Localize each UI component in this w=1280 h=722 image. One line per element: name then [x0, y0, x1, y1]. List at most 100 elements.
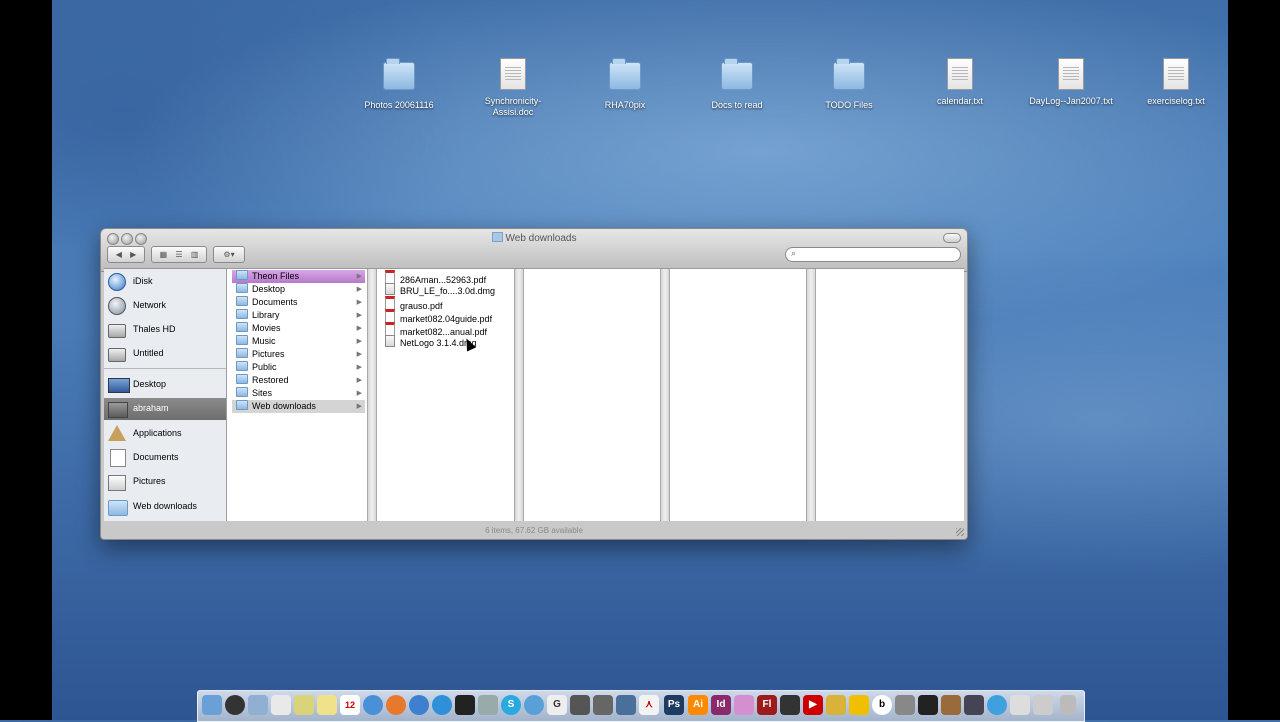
letterbox-right	[1228, 0, 1280, 720]
back-forward-buttons[interactable]: ◀ ▶	[107, 246, 145, 263]
column-row-pictures[interactable]: Pictures ▶	[232, 348, 365, 361]
sidebar-item-abraham[interactable]: abraham	[104, 398, 226, 420]
dock-acrobat-icon[interactable]: ⋏	[639, 695, 659, 715]
column-row-library[interactable]: Library ▶	[232, 309, 365, 322]
action-menu-button[interactable]: ⚙▾	[213, 246, 245, 263]
view-mode-buttons[interactable]: ▦ ☰ ▥	[151, 246, 207, 263]
dock-utility2-icon[interactable]	[1010, 695, 1030, 715]
dock-terminal-icon[interactable]	[455, 695, 475, 715]
folder-icon	[236, 322, 248, 332]
desktop-icon-daylog[interactable]: DayLog--Jan2007.txt	[1023, 56, 1119, 107]
desktop-icon-calendar[interactable]: calendar.txt	[912, 56, 1008, 107]
sidebar-item-pictures[interactable]: Pictures	[104, 471, 226, 493]
dock-piano-icon[interactable]	[918, 695, 938, 715]
file-row-286aman[interactable]: 286Aman...52963.pdf	[385, 270, 486, 285]
column-home: Theon Files ▶ Desktop ▶ Documents ▶ Library…	[230, 269, 367, 521]
column-resize-handle[interactable]	[514, 269, 524, 521]
back-arrow-icon[interactable]: ◀	[116, 247, 122, 262]
dock-dashboard-icon[interactable]	[225, 695, 245, 715]
title-bar[interactable]: Web downloads ◀ ▶ ▦ ☰ ▥ ⚙▾ ⌕	[101, 229, 967, 272]
dock-network-icon[interactable]	[409, 695, 429, 715]
file-row-market082-guide[interactable]: market082.04guide.pdf	[385, 309, 492, 324]
dock-chat-icon[interactable]	[524, 695, 544, 715]
column-row-restored[interactable]: Restored ▶	[232, 374, 365, 387]
column-row-public[interactable]: Public ▶	[232, 361, 365, 374]
forward-arrow-icon[interactable]: ▶	[130, 247, 136, 262]
column-view-icon[interactable]: ▥	[191, 247, 199, 262]
dock-google-icon[interactable]: G	[547, 695, 567, 715]
file-row-grauso[interactable]: grauso.pdf	[385, 296, 443, 311]
desktop-icon-exerciselog[interactable]: exerciselog.txt	[1128, 56, 1224, 107]
dock-dictionary-icon[interactable]	[570, 695, 590, 715]
sidebar-item-applications[interactable]: Applications	[104, 423, 226, 445]
dock-movie-icon[interactable]: b	[872, 695, 892, 715]
dock-indesign-icon[interactable]: Id	[711, 695, 731, 715]
folder-icon	[236, 283, 248, 293]
dock-notes-icon[interactable]	[294, 695, 314, 715]
folder-icon	[383, 58, 415, 96]
column-resize-handle[interactable]	[806, 269, 816, 521]
dock-game-icon[interactable]	[780, 695, 800, 715]
sidebar-item-desktop[interactable]: Desktop	[104, 374, 226, 396]
dock-mail-icon[interactable]	[248, 695, 268, 715]
toolbar-toggle-button[interactable]	[943, 233, 961, 243]
dock-safari-icon[interactable]	[363, 695, 383, 715]
desktop-icon-rha70pix[interactable]: RHA70pix	[577, 56, 673, 111]
dock-photoshop-icon[interactable]: Ps	[664, 695, 684, 715]
dock-keys-icon[interactable]	[895, 695, 915, 715]
disclosure-arrow-icon: ▶	[356, 364, 362, 371]
dock-firefox-icon[interactable]	[386, 695, 406, 715]
column-row-music[interactable]: Music ▶	[232, 335, 365, 348]
dock-photos-icon[interactable]	[734, 695, 754, 715]
dock-printer-icon[interactable]	[1033, 695, 1053, 715]
sidebar-item-web-downloads[interactable]: Web downloads	[104, 496, 226, 518]
sidebar-item-untitled[interactable]: Untitled	[104, 343, 226, 365]
list-view-icon[interactable]: ☰	[175, 247, 182, 262]
sidebar-item-label: Untitled	[133, 348, 164, 358]
desktop-icon-docs-to-read[interactable]: Docs to read	[689, 56, 785, 111]
sidebar-item-thales-hd[interactable]: Thales HD	[104, 319, 226, 341]
folder-icon	[833, 58, 865, 96]
file-row-market082-manual[interactable]: market082...anual.pdf	[385, 322, 487, 337]
disclosure-arrow-icon: ▶	[356, 312, 362, 319]
dock-ical-icon[interactable]: 12	[340, 695, 360, 715]
dock-pen-icon[interactable]	[593, 695, 613, 715]
dock-stickies-icon[interactable]	[317, 695, 337, 715]
column-row-theon-files[interactable]: Theon Files ▶	[232, 270, 365, 283]
dock-books-icon[interactable]	[849, 695, 869, 715]
dock-flash-icon[interactable]: Fl	[757, 695, 777, 715]
dock-video-icon[interactable]	[964, 695, 984, 715]
resize-grip[interactable]	[956, 528, 964, 536]
dock-player-icon[interactable]: ▶	[803, 695, 823, 715]
sidebar-item-network[interactable]: Network	[104, 295, 226, 317]
dock-preview-icon[interactable]	[271, 695, 291, 715]
dock-illustrator-icon[interactable]: Ai	[688, 695, 708, 715]
desktop-icon-photos[interactable]: Photos 20061116	[351, 56, 447, 111]
dock-clean-icon[interactable]	[941, 695, 961, 715]
row-label: Sites	[252, 388, 273, 398]
dock-trash-icon[interactable]	[1060, 695, 1076, 715]
column-row-documents[interactable]: Documents ▶	[232, 296, 365, 309]
sidebar-item-documents[interactable]: Documents	[104, 447, 226, 469]
column-row-sites[interactable]: Sites ▶	[232, 387, 365, 400]
sidebar-item-idisk[interactable]: iDisk	[104, 271, 226, 293]
dock-skype-icon[interactable]: S	[501, 695, 521, 715]
home-icon	[108, 402, 128, 418]
column-resize-handle[interactable]	[660, 269, 670, 521]
dock-audio-icon[interactable]	[826, 695, 846, 715]
search-field[interactable]: ⌕	[785, 247, 961, 262]
column-row-web-downloads[interactable]: Web downloads ▶	[232, 400, 365, 413]
dock-utility-icon[interactable]	[478, 695, 498, 715]
column-row-desktop[interactable]: Desktop ▶	[232, 283, 365, 296]
dock-earth-icon[interactable]	[432, 695, 452, 715]
desktop-icon-synchronicity[interactable]: Synchronicity-Assisi.doc	[465, 56, 561, 118]
column-row-movies[interactable]: Movies ▶	[232, 322, 365, 335]
icon-view-icon[interactable]: ▦	[160, 247, 168, 262]
dock-finder-icon[interactable]	[202, 695, 222, 715]
desktop-icon-todo-files[interactable]: TODO Files	[801, 56, 897, 111]
column-resize-handle[interactable]	[367, 269, 377, 521]
row-label: Theon Files	[252, 271, 300, 281]
dock-browser-icon[interactable]	[616, 695, 636, 715]
file-row-bru-le[interactable]: BRU_LE_fo....3.0d.dmg	[385, 283, 495, 296]
dock-web-icon[interactable]	[987, 695, 1007, 715]
